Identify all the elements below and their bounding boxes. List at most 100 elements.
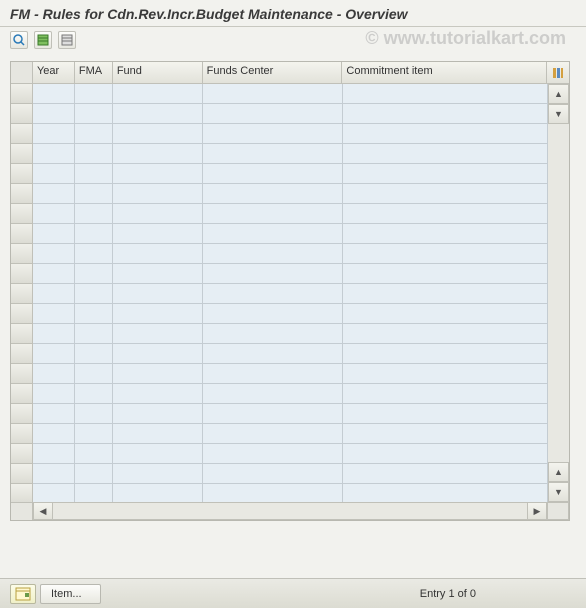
table-cell[interactable] <box>343 184 548 204</box>
table-cell[interactable] <box>75 484 113 502</box>
table-cell[interactable] <box>203 304 343 324</box>
table-cell[interactable] <box>75 424 113 444</box>
table-cell[interactable] <box>33 224 75 244</box>
column-header-year[interactable]: Year <box>33 62 75 84</box>
column-header-funds-center[interactable]: Funds Center <box>203 62 343 84</box>
table-cell[interactable] <box>75 404 113 424</box>
table-cell[interactable] <box>75 204 113 224</box>
table-cell[interactable] <box>113 324 203 344</box>
table-cell[interactable] <box>203 184 343 204</box>
table-cell[interactable] <box>113 224 203 244</box>
table-cell[interactable] <box>113 244 203 264</box>
table-cell[interactable] <box>343 344 548 364</box>
table-cell[interactable] <box>343 284 548 304</box>
table-cell[interactable] <box>33 244 75 264</box>
select-all-corner[interactable] <box>11 62 33 84</box>
table-cell[interactable] <box>343 384 548 404</box>
table-cell[interactable] <box>75 344 113 364</box>
table-cell[interactable] <box>203 144 343 164</box>
scroll-left-button[interactable]: ◀ <box>33 502 53 520</box>
table-cell[interactable] <box>343 164 548 184</box>
column-header-fund[interactable]: Fund <box>113 62 203 84</box>
table-cell[interactable] <box>203 124 343 144</box>
scroll-track[interactable] <box>548 124 569 462</box>
scroll-up-button[interactable]: ▲ <box>548 84 569 104</box>
table-cell[interactable] <box>75 324 113 344</box>
table-cell[interactable] <box>33 424 75 444</box>
table-cell[interactable] <box>203 464 343 484</box>
table-cell[interactable] <box>33 484 75 502</box>
table-cell[interactable] <box>33 364 75 384</box>
configure-columns-button[interactable] <box>547 62 569 84</box>
table-cell[interactable] <box>203 164 343 184</box>
table-cell[interactable] <box>203 104 343 124</box>
row-selector[interactable] <box>11 284 33 304</box>
table-cell[interactable] <box>75 364 113 384</box>
row-selector[interactable] <box>11 304 33 324</box>
table-cell[interactable] <box>343 324 548 344</box>
row-selector[interactable] <box>11 484 33 502</box>
table-cell[interactable] <box>203 364 343 384</box>
hscroll-track[interactable] <box>53 502 527 520</box>
table-cell[interactable] <box>113 204 203 224</box>
row-selector[interactable] <box>11 404 33 424</box>
table-cell[interactable] <box>203 484 343 502</box>
row-selector[interactable] <box>11 124 33 144</box>
table-cell[interactable] <box>113 384 203 404</box>
table-cell[interactable] <box>33 464 75 484</box>
table-cell[interactable] <box>113 404 203 424</box>
table-cell[interactable] <box>113 484 203 502</box>
table-cell[interactable] <box>113 144 203 164</box>
row-selector[interactable] <box>11 204 33 224</box>
row-selector[interactable] <box>11 84 33 104</box>
table-cell[interactable] <box>203 444 343 464</box>
table-cell[interactable] <box>113 184 203 204</box>
item-button[interactable]: Item... <box>40 584 101 604</box>
table-cell[interactable] <box>343 84 548 104</box>
table-cell[interactable] <box>203 384 343 404</box>
table-cell[interactable] <box>343 224 548 244</box>
row-selector[interactable] <box>11 384 33 404</box>
table-cell[interactable] <box>75 224 113 244</box>
table-cell[interactable] <box>33 404 75 424</box>
table-cell[interactable] <box>75 304 113 324</box>
table-cell[interactable] <box>75 84 113 104</box>
table-cell[interactable] <box>75 244 113 264</box>
table-cell[interactable] <box>33 264 75 284</box>
row-selector[interactable] <box>11 244 33 264</box>
table-cell[interactable] <box>33 124 75 144</box>
table-cell[interactable] <box>113 104 203 124</box>
row-selector[interactable] <box>11 424 33 444</box>
table-cell[interactable] <box>113 424 203 444</box>
print-button[interactable] <box>58 31 76 49</box>
table-cell[interactable] <box>113 264 203 284</box>
table-cell[interactable] <box>343 204 548 224</box>
scroll-down-button-2[interactable]: ▼ <box>548 482 569 502</box>
row-selector[interactable] <box>11 104 33 124</box>
table-cell[interactable] <box>343 444 548 464</box>
table-cell[interactable] <box>343 144 548 164</box>
table-cell[interactable] <box>75 164 113 184</box>
table-cell[interactable] <box>203 224 343 244</box>
table-cell[interactable] <box>33 184 75 204</box>
table-settings-button[interactable] <box>34 31 52 49</box>
table-cell[interactable] <box>343 304 548 324</box>
scroll-right-button[interactable]: ▶ <box>527 502 547 520</box>
row-selector[interactable] <box>11 184 33 204</box>
table-cell[interactable] <box>33 84 75 104</box>
table-cell[interactable] <box>343 464 548 484</box>
row-selector[interactable] <box>11 364 33 384</box>
horizontal-scrollbar[interactable]: ◀ ▶ <box>11 502 569 520</box>
table-cell[interactable] <box>33 444 75 464</box>
table-cell[interactable] <box>203 244 343 264</box>
row-selector[interactable] <box>11 264 33 284</box>
table-cell[interactable] <box>75 144 113 164</box>
table-cell[interactable] <box>33 164 75 184</box>
table-cell[interactable] <box>113 464 203 484</box>
row-selector[interactable] <box>11 164 33 184</box>
table-cell[interactable] <box>343 104 548 124</box>
table-cell[interactable] <box>113 84 203 104</box>
table-cell[interactable] <box>33 204 75 224</box>
table-cell[interactable] <box>113 124 203 144</box>
table-cell[interactable] <box>113 444 203 464</box>
